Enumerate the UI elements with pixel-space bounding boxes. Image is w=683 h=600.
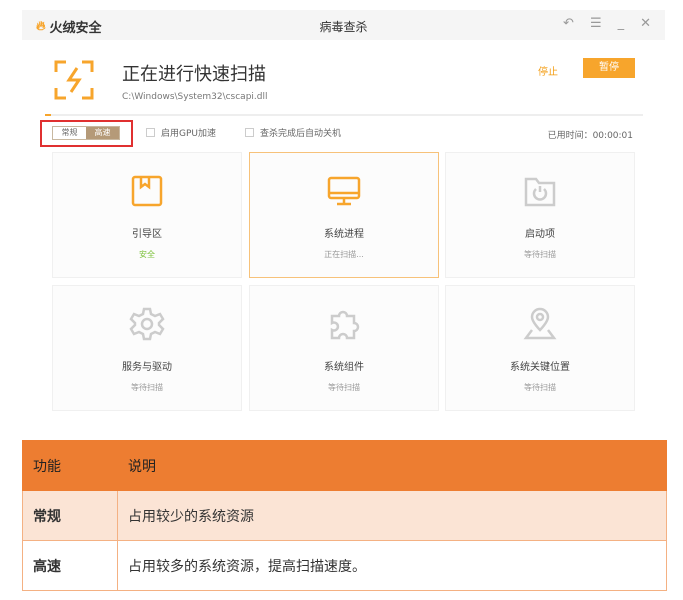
quick-scan-icon <box>54 60 94 100</box>
scan-card: 服务与驱动 等待扫描 <box>52 285 242 411</box>
shutdown-option[interactable]: 查杀完成后自动关机 <box>245 126 341 139</box>
shutdown-label: 查杀完成后自动关机 <box>260 129 342 139</box>
table-row: 常规 占用较少的系统资源 <box>22 490 667 541</box>
scan-card: 系统组件 等待扫描 <box>249 285 439 411</box>
card-status: 等待扫描 <box>524 383 556 392</box>
power-folder-icon <box>524 177 556 207</box>
scan-mode-toggle[interactable]: 常规 高速 <box>52 126 120 140</box>
header-cell: 功能 <box>22 440 118 491</box>
mode-table: 功能 说明 常规 占用较少的系统资源 高速 占用较多的系统资源，提高扫描速度。 <box>22 440 667 591</box>
scan-progress <box>45 114 643 116</box>
table-cell: 占用较多的系统资源，提高扫描速度。 <box>117 540 667 591</box>
table-cell: 占用较少的系统资源 <box>117 490 667 541</box>
card-status: 等待扫描 <box>131 383 163 392</box>
gpu-label: 启用GPU加速 <box>161 129 216 139</box>
elapsed-time: 已用时间：00:00:01 <box>547 131 633 141</box>
card-status: 正在扫描... <box>324 250 364 259</box>
mode-fast[interactable]: 高速 <box>86 127 119 139</box>
stop-button[interactable]: 停止 <box>538 63 558 78</box>
scan-heading: 正在进行快速扫描 <box>122 64 266 85</box>
card-status: 等待扫描 <box>524 250 556 259</box>
bookmark-box-icon <box>131 175 163 207</box>
header-cell: 说明 <box>117 440 667 491</box>
gpu-option[interactable]: 启用GPU加速 <box>146 126 216 139</box>
mode-normal[interactable]: 常规 <box>53 127 86 139</box>
minimize-icon[interactable]: _ <box>618 16 625 31</box>
table-header-row: 功能 说明 <box>22 440 667 491</box>
scan-card: 系统关键位置 等待扫描 <box>445 285 635 411</box>
card-status: 等待扫描 <box>328 383 360 392</box>
scan-card: 系统进程 正在扫描... <box>249 152 439 278</box>
card-name: 系统关键位置 <box>510 362 570 373</box>
gear-icon <box>129 307 165 341</box>
restore-icon[interactable]: ↶ <box>563 16 574 31</box>
current-file: C:\Windows\System32\cscapi.dll <box>122 92 268 102</box>
menu-icon[interactable]: ☰ <box>590 16 602 31</box>
monitor-icon <box>327 176 361 206</box>
table-row: 高速 占用较多的系统资源，提高扫描速度。 <box>22 540 667 591</box>
pause-button[interactable]: 暂停 <box>583 58 635 78</box>
scan-card: 启动项 等待扫描 <box>445 152 635 278</box>
card-name: 系统进程 <box>324 229 364 240</box>
card-name: 引导区 <box>132 229 162 240</box>
title-bar: 🔥︎ 火绒安全 病毒查杀 ↶ ☰ _ ✕ <box>22 10 665 40</box>
card-name: 系统组件 <box>324 362 364 373</box>
card-status: 安全 <box>139 250 155 259</box>
close-icon[interactable]: ✕ <box>640 16 651 31</box>
gpu-checkbox[interactable] <box>146 128 155 137</box>
shutdown-checkbox[interactable] <box>245 128 254 137</box>
map-pin-icon <box>523 307 557 340</box>
table-cell: 高速 <box>22 540 118 591</box>
card-name: 服务与驱动 <box>122 362 172 373</box>
puzzle-icon <box>330 310 360 340</box>
scan-card: 引导区 安全 <box>52 152 242 278</box>
card-name: 启动项 <box>525 229 555 240</box>
table-cell: 常规 <box>22 490 118 541</box>
